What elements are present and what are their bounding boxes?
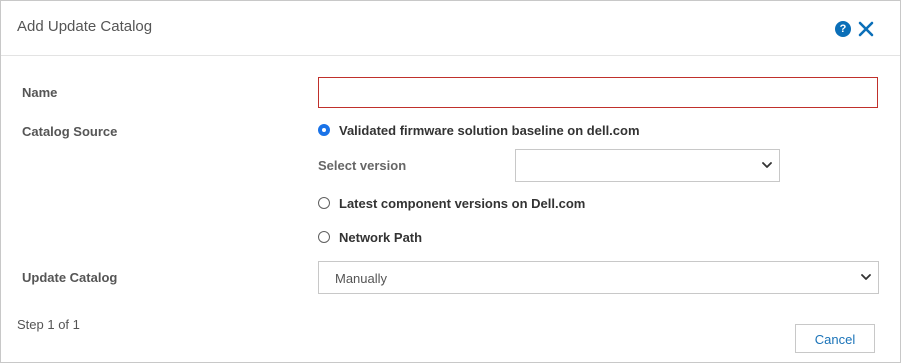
chevron-down-icon: [762, 162, 772, 168]
close-icon[interactable]: [857, 20, 875, 38]
step-indicator: Step 1 of 1: [17, 317, 80, 332]
radio-label-network-path: Network Path: [339, 229, 423, 245]
chevron-down-icon: [861, 274, 871, 280]
update-catalog-label: Update Catalog: [22, 270, 118, 285]
radio-label-latest-component: Latest component versions on Dell.com: [339, 195, 586, 211]
dialog-header: Add Update Catalog ?: [1, 1, 900, 56]
select-version-dropdown[interactable]: [515, 149, 780, 182]
radio-validated-baseline[interactable]: Validated firmware solution baseline on …: [318, 122, 640, 138]
cancel-button[interactable]: Cancel: [795, 324, 875, 353]
radio-button[interactable]: [318, 231, 330, 243]
radio-button[interactable]: [318, 197, 330, 209]
update-catalog-value: Manually: [335, 271, 388, 286]
radio-button-checked[interactable]: [318, 124, 330, 136]
dialog-title: Add Update Catalog: [17, 18, 153, 35]
select-version-label: Select version: [318, 158, 407, 173]
name-label: Name: [22, 85, 58, 100]
help-icon[interactable]: ?: [835, 21, 851, 37]
add-update-catalog-dialog: Add Update Catalog ? Name Catalog Source…: [0, 0, 901, 363]
name-input[interactable]: [318, 77, 878, 108]
radio-latest-component[interactable]: Latest component versions on Dell.com: [318, 195, 585, 211]
radio-label-validated-baseline: Validated firmware solution baseline on …: [339, 122, 640, 138]
update-catalog-dropdown[interactable]: Manually: [318, 261, 879, 294]
radio-network-path[interactable]: Network Path: [318, 229, 422, 245]
catalog-source-label: Catalog Source: [22, 124, 118, 139]
